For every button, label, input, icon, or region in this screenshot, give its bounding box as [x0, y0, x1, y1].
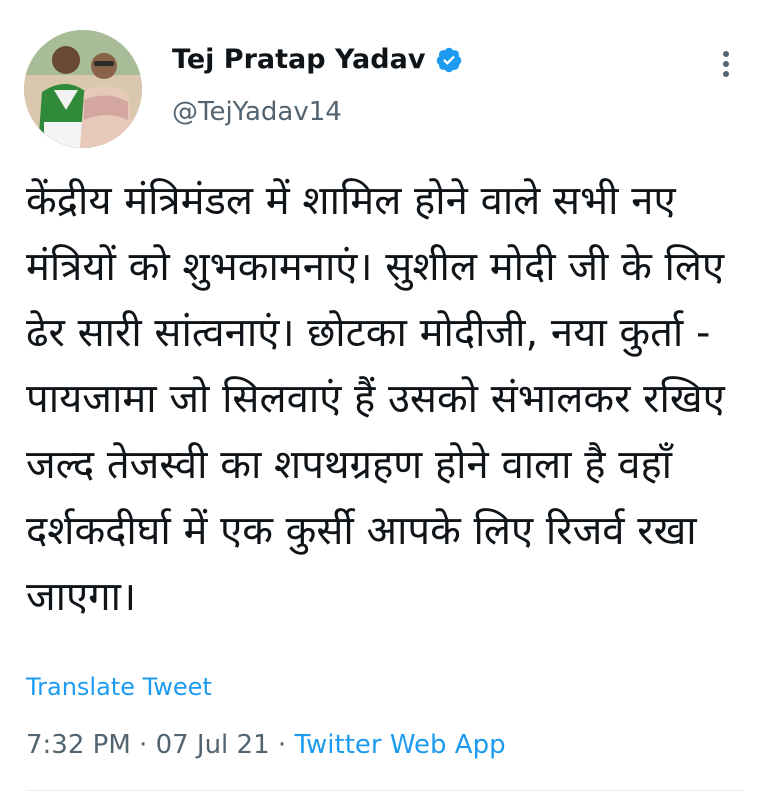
meta-separator: ·	[277, 730, 287, 760]
tweet-card: Tej Pratap Yadav @TejYadav14 केंद्रीय मं…	[0, 0, 770, 796]
more-vertical-icon[interactable]	[712, 44, 740, 84]
tweet-source-link[interactable]: Twitter Web App	[294, 730, 505, 760]
avatar-photo	[24, 30, 142, 148]
tweet-text: केंद्रीय मंत्रिमंडल में शामिल होने वाले …	[26, 178, 725, 620]
avatar[interactable]	[24, 30, 142, 148]
tweet-date[interactable]: 07 Jul 21	[156, 730, 270, 760]
divider	[26, 790, 744, 791]
tweet-meta: 7:32 PM · 07 Jul 21 · Twitter Web App	[26, 730, 506, 760]
author-name-row: Tej Pratap Yadav	[172, 44, 463, 75]
author-handle[interactable]: @TejYadav14	[172, 97, 342, 127]
author-display-name[interactable]: Tej Pratap Yadav	[172, 44, 425, 75]
translate-tweet-link[interactable]: Translate Tweet	[26, 673, 212, 701]
tweet-time[interactable]: 7:32 PM	[26, 730, 131, 760]
meta-separator: ·	[139, 730, 148, 760]
verified-badge-icon	[435, 46, 463, 74]
